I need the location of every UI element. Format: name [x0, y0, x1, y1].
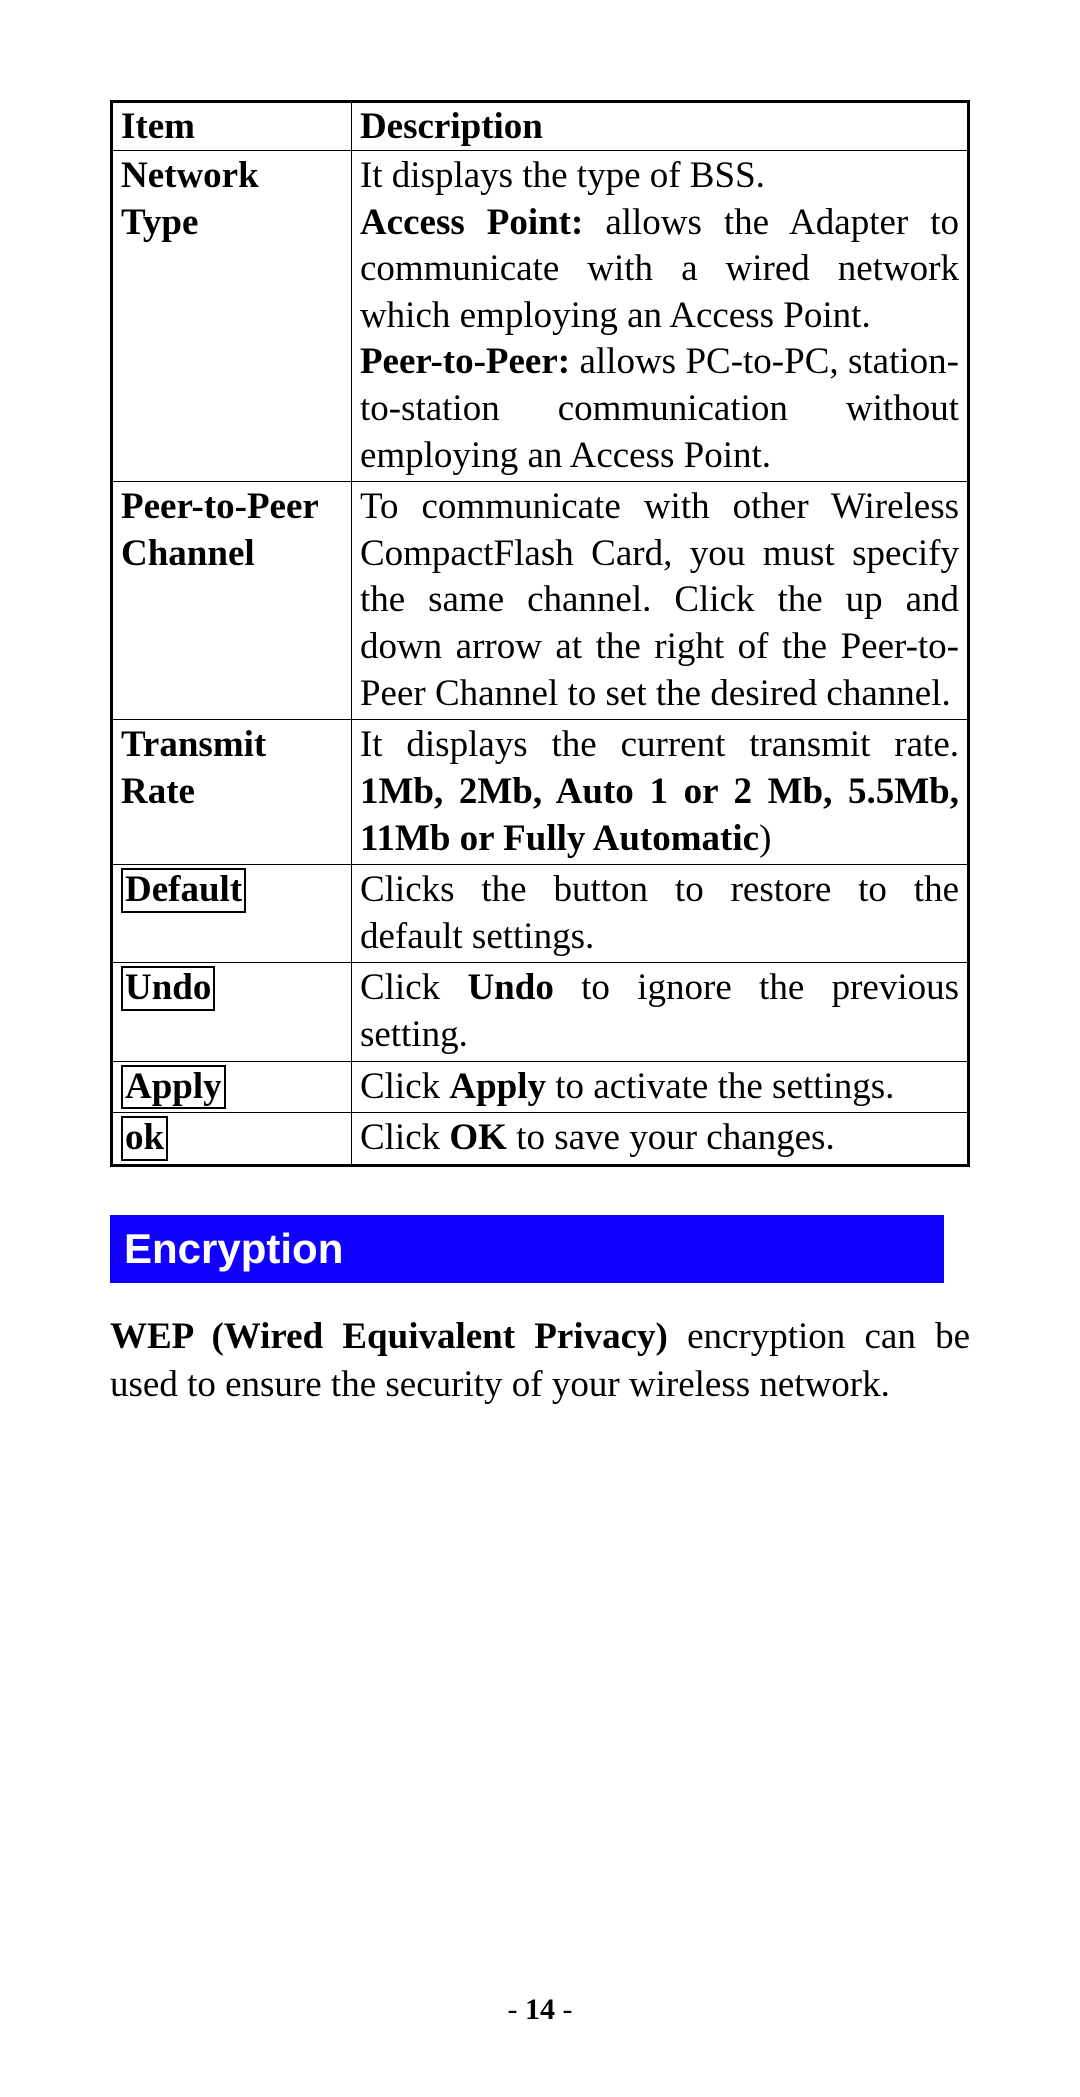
table-row: Undo Click Undo to ignore the previous s… — [112, 963, 969, 1061]
page-number: - 14 - — [0, 1993, 1080, 2027]
desc-default: Clicks the button to restore to the defa… — [351, 865, 968, 963]
desc-undo: Click Undo to ignore the previous settin… — [351, 963, 968, 1061]
table-row: Apply Click Apply to activate the settin… — [112, 1061, 969, 1113]
item-apply: Apply — [112, 1061, 352, 1113]
item-transmit-rate: Transmit Rate — [112, 720, 352, 865]
table-row: Peer-to-Peer Channel To communicate with… — [112, 482, 969, 720]
table-row: ok Click OK to save your changes. — [112, 1113, 969, 1166]
desc-ok: Click OK to save your changes. — [351, 1113, 968, 1166]
desc-apply: Click Apply to activate the settings. — [351, 1061, 968, 1113]
table-row: Network Type It displays the type of BSS… — [112, 151, 969, 482]
item-ok: ok — [112, 1113, 352, 1166]
table-row: Transmit Rate It displays the current tr… — [112, 720, 969, 865]
settings-table: Item Description Network Type It display… — [110, 100, 970, 1167]
encryption-paragraph: WEP (Wired Equivalent Privacy) encryptio… — [110, 1313, 970, 1409]
item-peer-channel: Peer-to-Peer Channel — [112, 482, 352, 720]
section-title-encryption: Encryption — [110, 1215, 944, 1283]
item-default: Default — [112, 865, 352, 963]
desc-peer-channel: To communicate with other Wireless Compa… — [351, 482, 968, 720]
table-row: Default Clicks the button to restore to … — [112, 865, 969, 963]
desc-network-type: It displays the type of BSS. Access Poin… — [351, 151, 968, 482]
desc-transmit-rate: It displays the current transmit rate. 1… — [351, 720, 968, 865]
item-undo: Undo — [112, 963, 352, 1061]
item-network-type: Network Type — [112, 151, 352, 482]
header-description: Description — [351, 102, 968, 151]
header-item: Item — [112, 102, 352, 151]
